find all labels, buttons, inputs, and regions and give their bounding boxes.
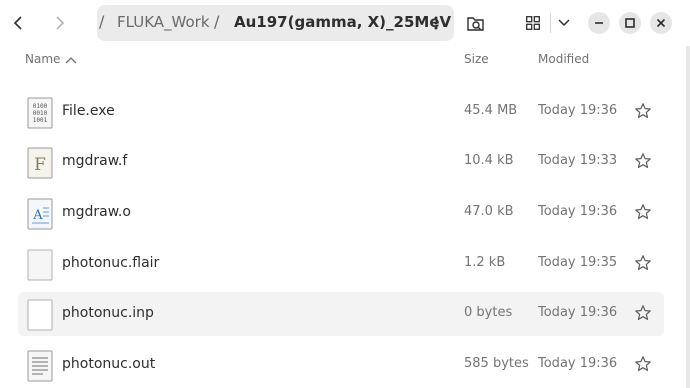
breadcrumb-parent[interactable]: FLUKA_Work bbox=[117, 13, 210, 31]
file-row[interactable]: photonuc.out 585 bytes Today 19:36 bbox=[18, 343, 664, 387]
file-row[interactable]: 0100 0010 1001 File.exe 45.4 MB Today 19… bbox=[18, 90, 664, 134]
path-separator: / bbox=[214, 12, 220, 31]
file-row[interactable]: F mgdraw.f 10.4 kB Today 19:33 bbox=[18, 140, 664, 184]
svg-text:0100: 0100 bbox=[33, 103, 48, 110]
svg-text:A: A bbox=[32, 208, 43, 223]
star-icon[interactable] bbox=[634, 254, 652, 272]
view-divider bbox=[550, 13, 551, 33]
file-size: 45.4 MB bbox=[464, 103, 518, 118]
file-name: File.exe bbox=[62, 103, 115, 119]
binary-file-icon: 0100 0010 1001 bbox=[27, 97, 53, 129]
path-menu-button[interactable] bbox=[427, 14, 445, 32]
file-size: 1.2 kB bbox=[464, 255, 506, 270]
view-toggle-group bbox=[516, 6, 576, 40]
text-file-icon bbox=[27, 350, 53, 382]
file-modified: Today 19:36 bbox=[538, 204, 618, 219]
header-bar: / FLUKA_Work / Au197(gamma, X)_25MeV bbox=[0, 0, 690, 46]
minimize-icon bbox=[595, 22, 603, 24]
column-header-size[interactable]: Size bbox=[464, 52, 489, 66]
column-header-modified[interactable]: Modified bbox=[538, 52, 589, 66]
star-icon[interactable] bbox=[634, 203, 652, 221]
file-name: mgdraw.o bbox=[62, 204, 131, 220]
fortran-file-icon: F bbox=[27, 147, 53, 179]
maximize-icon bbox=[625, 18, 635, 28]
breadcrumb-current[interactable]: Au197(gamma, X)_25MeV bbox=[234, 13, 451, 31]
star-icon[interactable] bbox=[634, 102, 652, 120]
chevron-left-icon bbox=[13, 16, 22, 30]
close-icon bbox=[656, 18, 666, 28]
file-size: 47.0 kB bbox=[464, 204, 514, 219]
file-modified: Today 19:36 bbox=[538, 305, 618, 320]
star-icon[interactable] bbox=[634, 152, 652, 170]
close-button[interactable] bbox=[650, 12, 672, 34]
search-folder-icon bbox=[467, 17, 484, 31]
file-modified: Today 19:33 bbox=[538, 153, 618, 168]
back-button[interactable] bbox=[2, 6, 36, 40]
generic-file-icon bbox=[27, 249, 53, 281]
file-name: photonuc.inp bbox=[62, 305, 154, 321]
maximize-button[interactable] bbox=[619, 12, 641, 34]
scrollbar-track[interactable] bbox=[686, 46, 690, 388]
column-header-name[interactable]: Name bbox=[25, 52, 60, 66]
minimize-button[interactable] bbox=[588, 12, 610, 34]
svg-text:F: F bbox=[34, 155, 46, 175]
path-bar: / FLUKA_Work / Au197(gamma, X)_25MeV bbox=[97, 5, 454, 41]
file-row[interactable]: A mgdraw.o 47.0 kB Today 19:36 bbox=[18, 191, 664, 235]
object-file-icon: A bbox=[27, 198, 53, 230]
path-separator: / bbox=[99, 12, 105, 31]
view-options-button[interactable] bbox=[552, 6, 576, 40]
sort-ascending-icon bbox=[65, 57, 77, 64]
file-row[interactable]: photonuc.flair 1.2 kB Today 19:35 bbox=[18, 242, 664, 286]
grid-view-button[interactable] bbox=[516, 6, 550, 40]
forward-button[interactable] bbox=[42, 6, 76, 40]
svg-text:1001: 1001 bbox=[33, 117, 48, 124]
file-modified: Today 19:36 bbox=[538, 356, 618, 371]
star-icon[interactable] bbox=[634, 304, 652, 322]
more-vertical-icon bbox=[434, 16, 438, 30]
file-name: mgdraw.f bbox=[62, 153, 128, 169]
file-name: photonuc.flair bbox=[62, 255, 160, 271]
grid-icon bbox=[526, 16, 540, 30]
file-row[interactable]: photonuc.inp 0 bytes Today 19:36 bbox=[18, 292, 664, 336]
star-icon[interactable] bbox=[634, 355, 652, 373]
file-modified: Today 19:35 bbox=[538, 255, 618, 270]
file-size: 10.4 kB bbox=[464, 153, 514, 168]
file-name: photonuc.out bbox=[62, 356, 156, 372]
file-size: 0 bytes bbox=[464, 305, 513, 320]
search-button[interactable] bbox=[459, 6, 493, 40]
chevron-right-icon bbox=[56, 16, 65, 30]
file-modified: Today 19:36 bbox=[538, 103, 618, 118]
chevron-down-icon bbox=[558, 19, 570, 27]
file-size: 585 bytes bbox=[464, 356, 529, 371]
svg-text:0010: 0010 bbox=[33, 110, 48, 117]
generic-file-icon bbox=[27, 299, 53, 331]
